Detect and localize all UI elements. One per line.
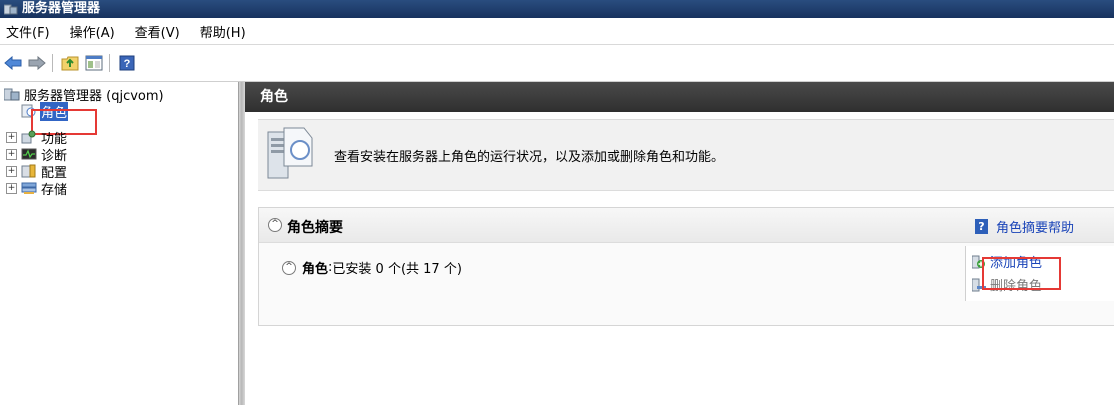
roles-installed-count: 已安装 0 个(共 17 个) [332,262,462,277]
collapse-up-icon[interactable]: ^ [268,218,282,232]
tree-root-server-manager[interactable]: 服务器管理器 (qjcvom) [3,86,164,104]
collapse-up-icon[interactable]: ^ [282,260,296,275]
tree-item-configuration[interactable]: + 配置 [6,163,67,181]
expand-toggle[interactable]: + [6,182,17,194]
tree-item-features[interactable]: + 功能 [6,129,67,147]
pane-splitter[interactable] [238,82,245,405]
window-title: 服务器管理器 [22,1,101,16]
help-icon: ? [975,219,988,234]
back-arrow-icon[interactable] [2,52,24,74]
server-manager-icon [3,87,20,101]
navigation-tree: 服务器管理器 (qjcvom) 角色 + 功能 + 诊断 + 配置 + 存储 [0,82,238,405]
features-icon [21,130,37,144]
server-roles-icon [266,126,314,184]
toolbar: ? [0,45,1114,82]
info-banner: 查看安装在服务器上角色的运行状况，以及添加或删除角色和功能。 [258,119,1114,191]
tree-item-diagnostics[interactable]: + 诊断 [6,146,67,164]
menu-help[interactable]: 帮助(H) [200,22,246,41]
tree-item-storage[interactable]: + 存储 [6,180,68,198]
help-icon[interactable]: ? [116,52,138,74]
page-title: 角色 [245,82,1114,112]
show-hide-tree-icon[interactable] [83,52,105,74]
toolbar-separator [52,54,53,72]
expand-toggle[interactable]: + [6,131,17,143]
storage-icon [21,181,37,195]
highlight-box [982,257,1061,290]
diagnostics-icon [21,147,37,161]
main-pane: 角色 查看安装在服务器上角色的运行状况，以及添加或删除角色和功能。 ^ 角色摘要… [245,82,1114,405]
toolbar-separator [109,54,110,72]
menu-view[interactable]: 查看(V) [135,22,180,41]
menu-bar: 文件(F) 操作(A) 查看(V) 帮助(H) [0,18,1114,45]
svg-text:?: ? [124,58,131,70]
forward-arrow-icon[interactable] [26,52,48,74]
menu-file[interactable]: 文件(F) [6,22,50,41]
roles-status-line: ^ 角色 : 已安装 0 个(共 17 个) [282,258,462,277]
title-bar: 服务器管理器 [0,0,1114,18]
roles-summary-help-link[interactable]: ? 角色摘要帮助 [975,217,1074,236]
roles-summary-header: ^ 角色摘要 ? 角色摘要帮助 [259,208,1114,243]
expand-toggle[interactable]: + [6,165,17,177]
help-link-label: 角色摘要帮助 [996,221,1075,236]
configuration-icon [21,164,37,178]
up-folder-icon[interactable] [59,52,81,74]
roles-summary-title: 角色摘要 [287,220,343,236]
roles-description: 查看安装在服务器上角色的运行状况，以及添加或删除角色和功能。 [334,150,725,165]
roles-label: 角色 [302,262,329,277]
server-manager-icon [3,3,18,15]
tree-item-label: 存储 [41,182,68,198]
expand-toggle[interactable]: + [6,148,17,160]
menu-action[interactable]: 操作(A) [70,22,115,41]
